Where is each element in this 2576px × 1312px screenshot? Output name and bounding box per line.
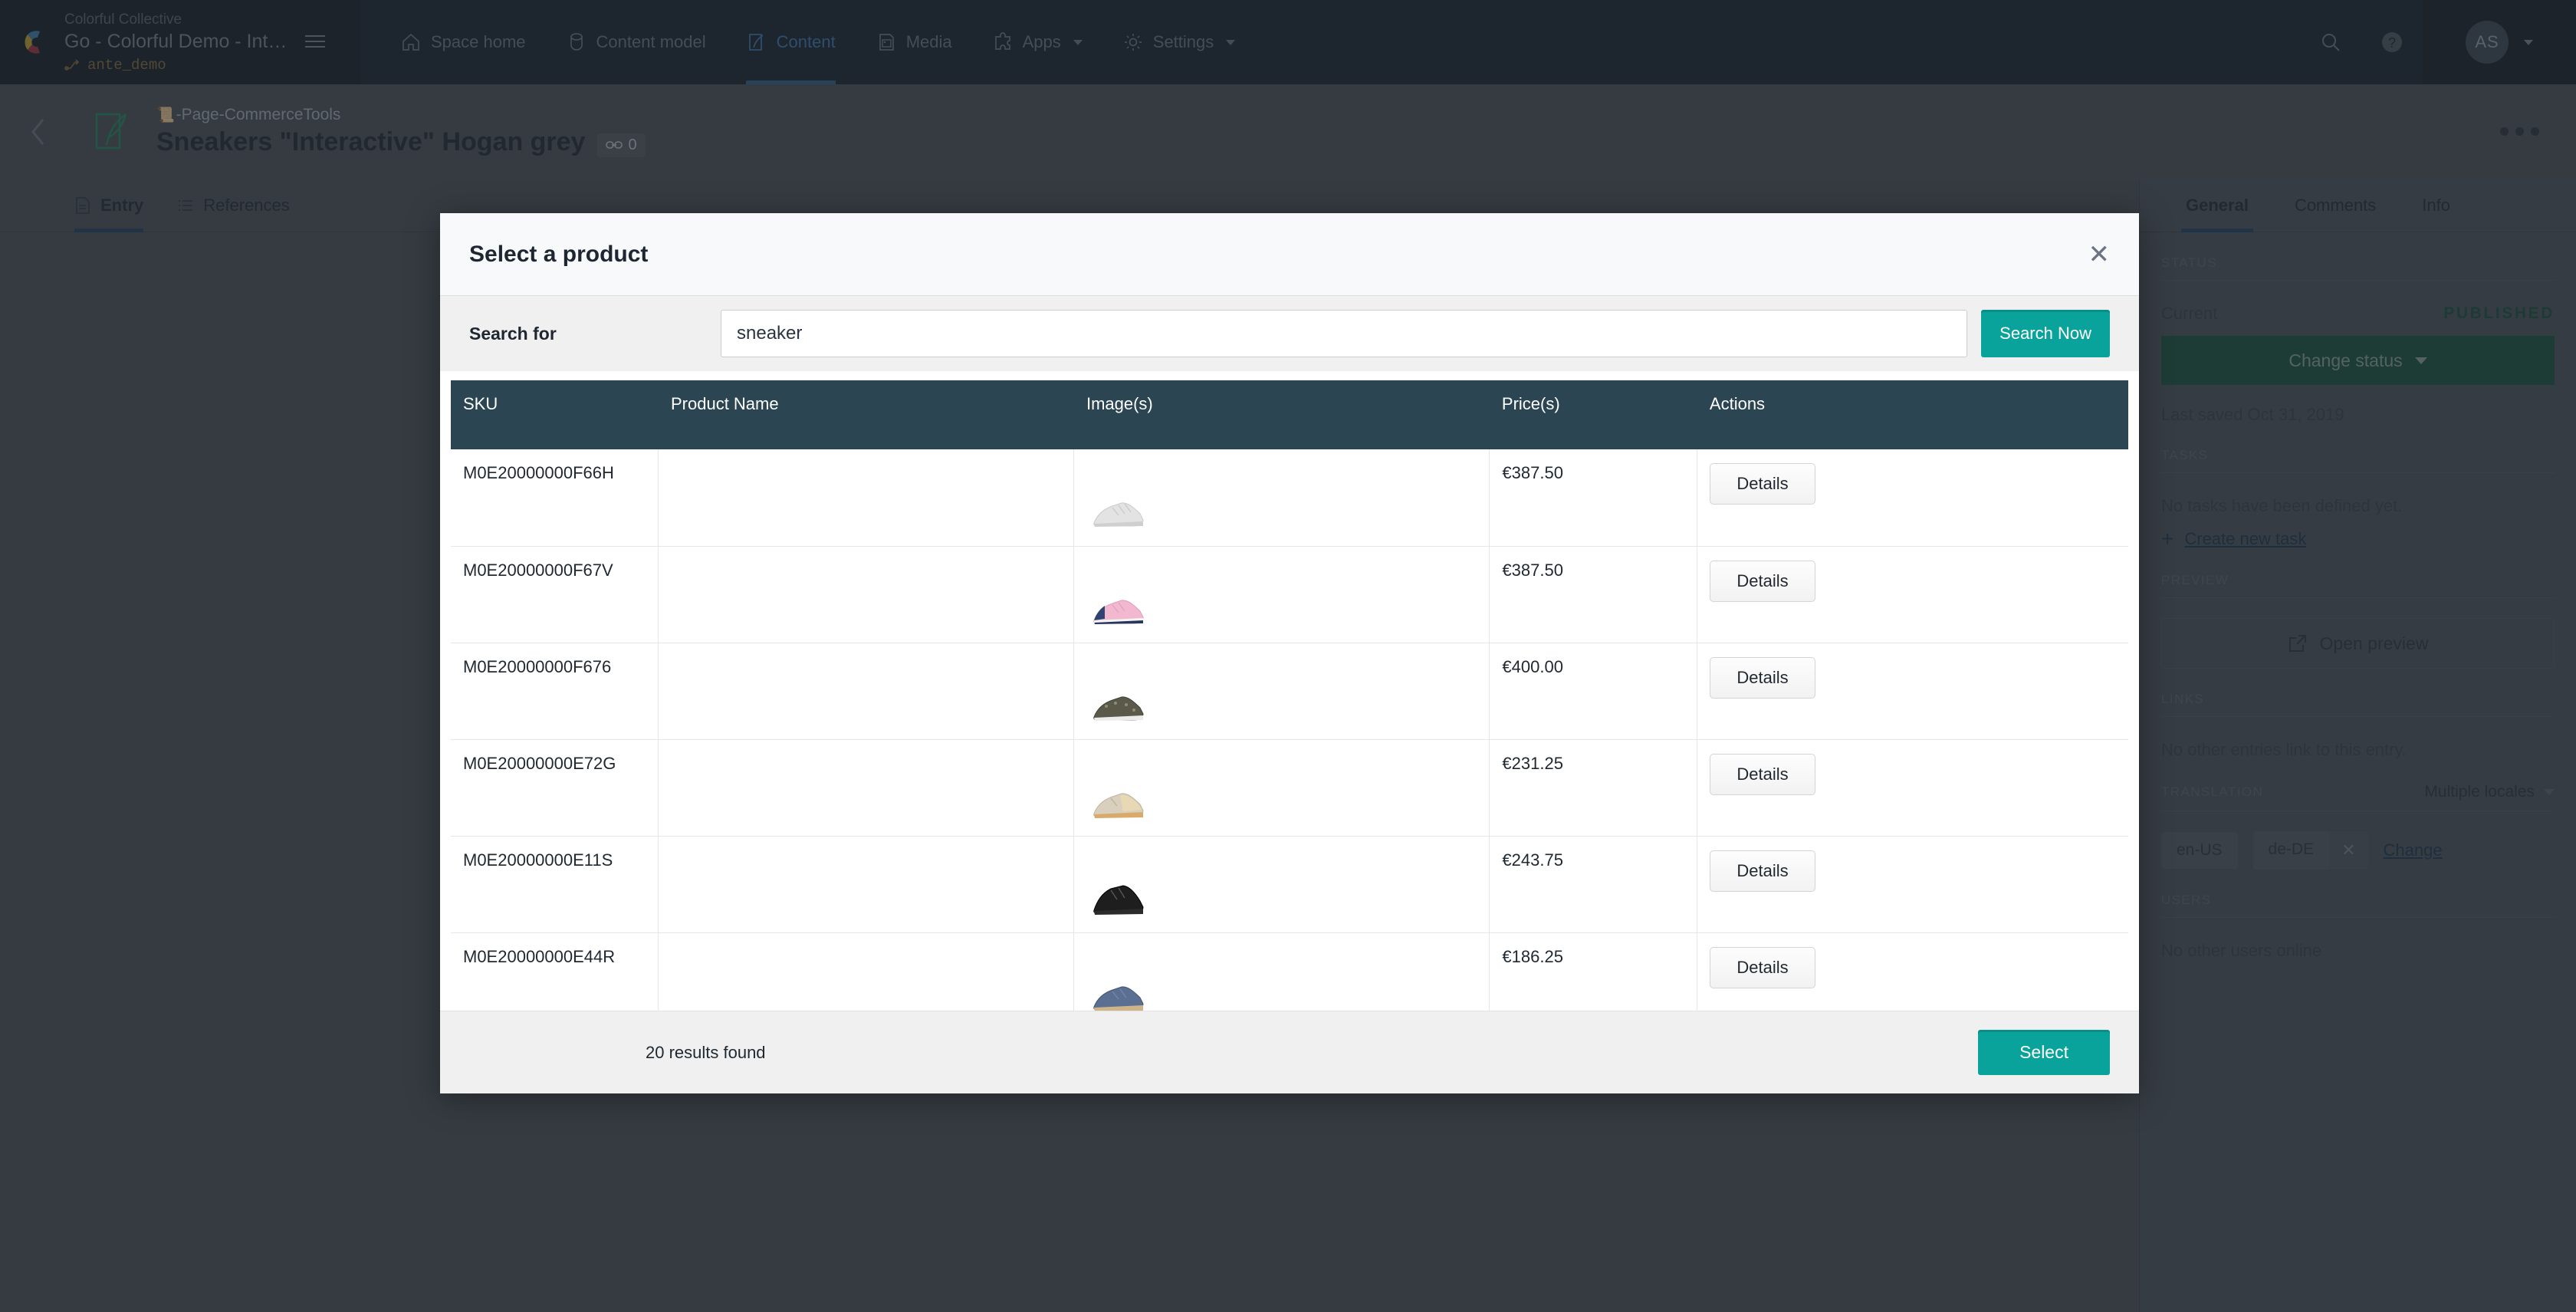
- dialog-title: Select a product: [469, 241, 649, 267]
- cell-product-name: [658, 932, 1075, 1011]
- select-product-dialog: Select a product ✕ Search for Search Now…: [440, 213, 2139, 1093]
- column-header-product-name: Product Name: [658, 380, 1074, 449]
- cell-price: €400.00: [1489, 643, 1698, 740]
- details-button[interactable]: Details: [1710, 463, 1815, 505]
- table-header-row: SKU Product Name Image(s) Price(s) Actio…: [451, 380, 2128, 449]
- table-row[interactable]: M0E20000000F66H €387.50 Details: [451, 449, 2128, 547]
- close-icon[interactable]: ✕: [2088, 242, 2111, 268]
- cell-image: [1073, 836, 1490, 933]
- select-button[interactable]: Select: [1978, 1030, 2110, 1075]
- cell-actions: Details: [1697, 449, 2128, 547]
- table-row[interactable]: M0E20000000F67V €387.50 Details: [451, 546, 2128, 643]
- table-row[interactable]: M0E20000000F676 €400.00 Details: [451, 643, 2128, 740]
- cell-actions: Details: [1697, 643, 2128, 740]
- column-header-prices: Price(s): [1489, 380, 1697, 449]
- search-now-button[interactable]: Search Now: [1981, 310, 2110, 357]
- product-thumbnail-icon: [1093, 599, 1144, 624]
- details-button[interactable]: Details: [1710, 656, 1815, 699]
- cell-price: €387.50: [1489, 546, 1698, 643]
- column-header-sku: SKU: [451, 380, 659, 449]
- cell-sku: M0E20000000F676: [451, 643, 659, 740]
- search-label: Search for: [469, 323, 557, 344]
- cell-actions: Details: [1697, 546, 2128, 643]
- cell-image: [1073, 739, 1490, 837]
- cell-price: €231.25: [1489, 739, 1698, 837]
- cell-price: €387.50: [1489, 449, 1698, 547]
- cell-product-name: [658, 643, 1075, 740]
- results-table-container: SKU Product Name Image(s) Price(s) Actio…: [440, 371, 2139, 1011]
- product-thumbnail-icon: [1093, 985, 1144, 1011]
- cell-price: €186.25: [1489, 932, 1698, 1011]
- results-table: SKU Product Name Image(s) Price(s) Actio…: [451, 380, 2128, 1011]
- cell-product-name: [658, 739, 1075, 837]
- cell-image: [1073, 449, 1490, 547]
- table-row[interactable]: M0E20000000E11S €243.75 Details: [451, 836, 2128, 933]
- table-row[interactable]: M0E20000000E44R €186.25 Details: [451, 932, 2128, 1011]
- column-header-actions: Actions: [1697, 380, 2128, 449]
- cell-product-name: [658, 449, 1075, 547]
- cell-sku: M0E20000000E11S: [451, 836, 659, 933]
- cell-sku: M0E20000000F66H: [451, 449, 659, 547]
- cell-price: €243.75: [1489, 836, 1698, 933]
- table-row[interactable]: M0E20000000E72G €231.25 Details: [451, 739, 2128, 837]
- cell-actions: Details: [1697, 836, 2128, 933]
- cell-image: [1073, 546, 1490, 643]
- details-button[interactable]: Details: [1710, 560, 1815, 602]
- dialog-header: Select a product ✕: [440, 213, 2139, 296]
- results-count-text: 20 results found: [646, 1042, 766, 1062]
- details-button[interactable]: Details: [1710, 753, 1815, 795]
- results-table-body: M0E20000000F66H €387.50 Details M0E20000…: [451, 449, 2128, 1011]
- product-thumbnail-icon: [1093, 695, 1144, 721]
- search-bar: Search for Search Now: [440, 296, 2139, 371]
- dialog-footer: 20 results found Select: [440, 1011, 2139, 1093]
- cell-sku: M0E20000000F67V: [451, 546, 659, 643]
- product-thumbnail-icon: [1093, 884, 1144, 915]
- product-thumbnail-icon: [1093, 792, 1144, 818]
- cell-actions: Details: [1697, 739, 2128, 837]
- search-input[interactable]: [721, 310, 1968, 357]
- cell-product-name: [658, 546, 1075, 643]
- details-button[interactable]: Details: [1710, 946, 1815, 988]
- cell-actions: Details: [1697, 932, 2128, 1011]
- cell-image: [1073, 643, 1490, 740]
- column-header-images: Image(s): [1073, 380, 1490, 449]
- cell-product-name: [658, 836, 1075, 933]
- cell-image: [1073, 932, 1490, 1011]
- cell-sku: M0E20000000E44R: [451, 932, 659, 1011]
- cell-sku: M0E20000000E72G: [451, 739, 659, 837]
- details-button[interactable]: Details: [1710, 850, 1815, 892]
- product-thumbnail-icon: [1093, 502, 1144, 527]
